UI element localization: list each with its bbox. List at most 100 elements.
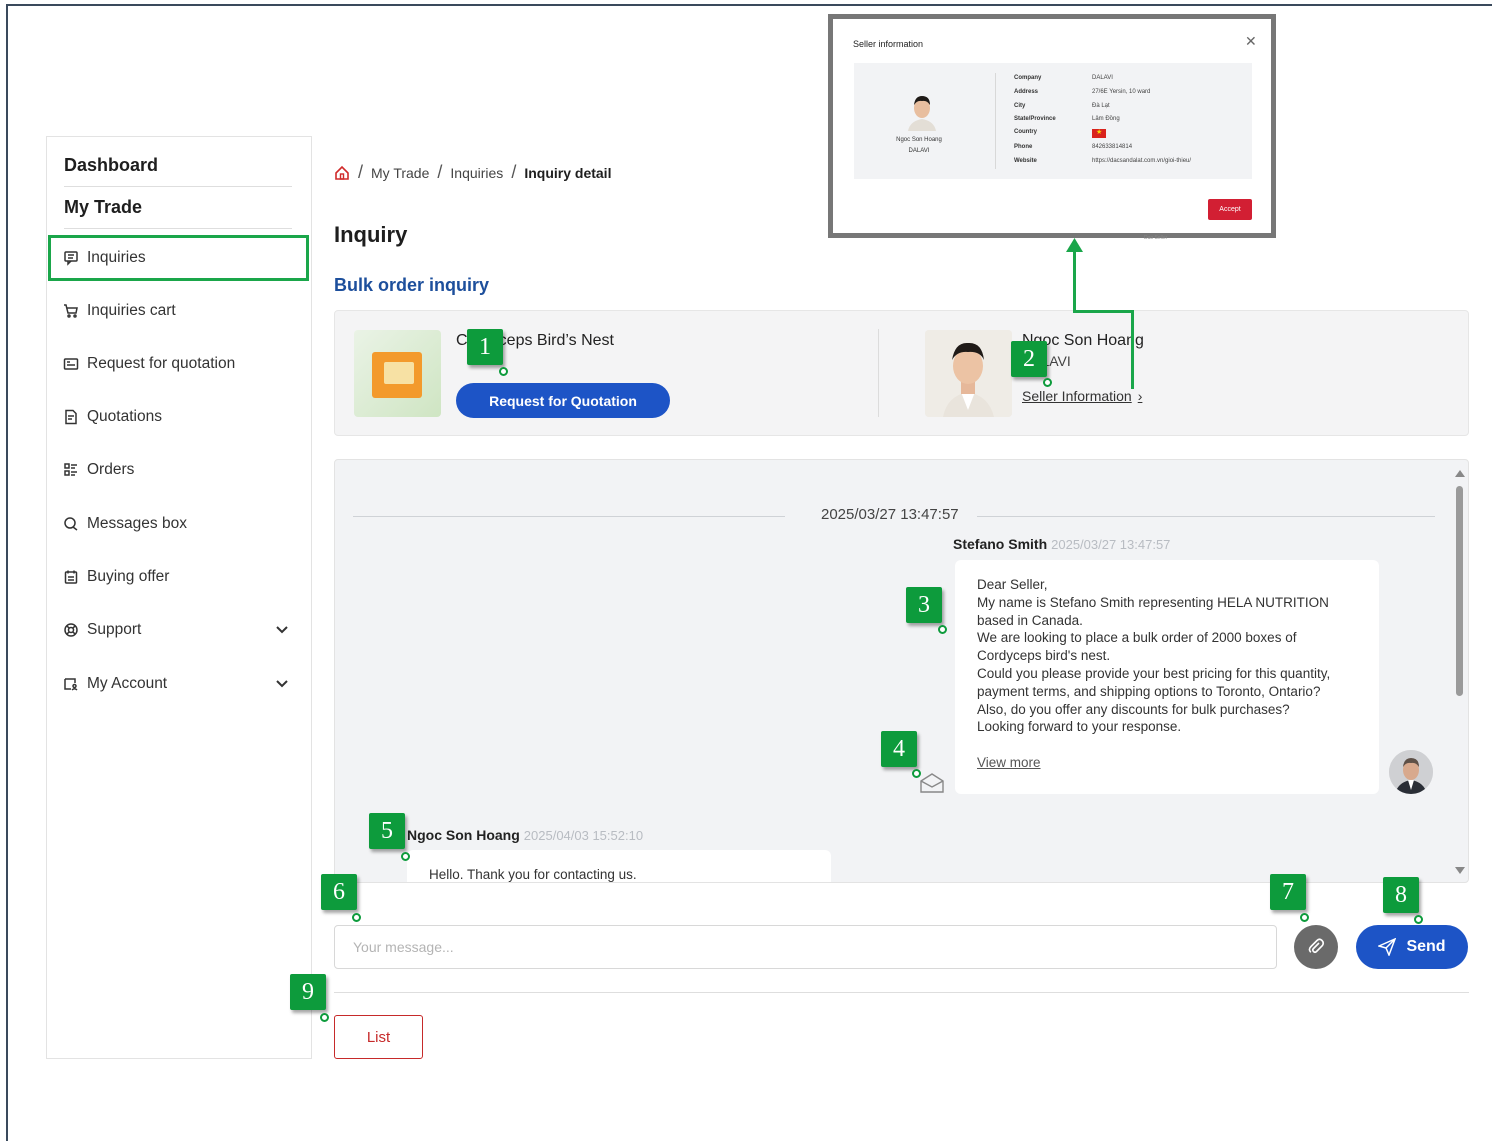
seller-avatar-small [908, 96, 936, 131]
seller-information-link[interactable]: Seller Information › [1022, 388, 1142, 404]
sidebar-item-messages-box[interactable]: Messages box [63, 511, 187, 537]
scroll-thumb[interactable] [1456, 486, 1463, 696]
attach-button[interactable] [1294, 925, 1338, 969]
modal-row-address: Address 27/6E Yersin, 10 ward [1014, 89, 1150, 95]
sidebar-item-label: Buying offer [87, 568, 170, 585]
card-divider [878, 329, 879, 417]
scroll-up-arrow[interactable] [1455, 470, 1465, 477]
message-header: Ngoc Son Hoang 2025/04/03 15:52:10 [407, 827, 643, 843]
chat-scrollbar[interactable] [1452, 464, 1466, 880]
field-value[interactable]: https://dacsandalat.com.vn/gioi-thieu/ [1092, 158, 1191, 164]
modal-row-website: Website https://dacsandalat.com.vn/gioi-t… [1014, 158, 1191, 164]
page-title: Inquiry [334, 222, 408, 247]
field-value: 842633814814 [1092, 144, 1133, 150]
sidebar-item-buying-offer[interactable]: Buying offer [63, 564, 169, 590]
modal-seller-block: Ngoc Son Hoang DALAVI [866, 135, 972, 157]
message-thread[interactable]: 2025/03/27 13:47:57 Stefano Smith 2025/03… [334, 459, 1469, 883]
seller-information-modal: Seller information ✕ Ngoc Son Hoang DALA… [828, 14, 1276, 241]
envelope-icon[interactable] [919, 772, 945, 794]
modal-divider [995, 73, 996, 169]
callout-dot [1300, 913, 1309, 922]
message-header: Stefano Smith 2025/03/27 13:47:57 [953, 536, 1170, 552]
inquiry-subject: Bulk order inquiry [334, 275, 490, 295]
callout-2: 2 [1011, 341, 1047, 377]
breadcrumb-my-trade[interactable]: My Trade [371, 165, 429, 181]
list-button[interactable]: List [334, 1015, 423, 1059]
message-bubble-buyer: Dear Seller, My name is Stefano Smith re… [955, 560, 1379, 794]
sidebar-dashboard[interactable]: Dashboard [64, 155, 158, 176]
field-key: State/Province [1014, 116, 1056, 122]
sidebar-item-inquiries[interactable]: Inquiries [63, 245, 146, 271]
thread-date: 2025/03/27 13:47:57 [821, 506, 959, 523]
callout-7: 7 [1270, 874, 1306, 910]
divider [334, 992, 1469, 993]
field-key: Country [1014, 129, 1037, 135]
modal-row-city: City Đà Lạt [1014, 103, 1110, 109]
message-time: 2025/03/27 13:47:57 [1051, 537, 1171, 552]
sidebar-item-label: Inquiries cart [87, 302, 176, 319]
sidebar-item-my-account[interactable]: My Account [63, 671, 293, 697]
message-input[interactable] [334, 925, 1277, 969]
breadcrumb-inquiries[interactable]: Inquiries [450, 165, 503, 181]
callout-dot [1414, 915, 1423, 924]
account-icon [64, 678, 78, 691]
callout-dot [401, 852, 410, 861]
modal-row-phone: Phone 842633814814 [1014, 144, 1132, 150]
modal-title: Seller information [853, 39, 924, 49]
send-label: Send [1406, 938, 1446, 955]
close-icon[interactable]: ✕ [1245, 33, 1257, 50]
chevron-right-icon: › [1137, 388, 1143, 404]
send-icon [1378, 938, 1397, 956]
cart-icon [64, 304, 78, 318]
callout-dot [1043, 378, 1052, 387]
sidebar-my-trade[interactable]: My Trade [64, 197, 142, 218]
request-for-quotation-button[interactable]: Request for Quotation [456, 383, 670, 418]
sidebar-item-label: Inquiries [87, 249, 146, 266]
sidebar: Dashboard My Trade Inquiries Inquiries c… [46, 136, 312, 1059]
field-value: Lâm Đồng [1092, 116, 1120, 122]
scroll-down-arrow[interactable] [1455, 867, 1465, 874]
connector-line [1131, 312, 1134, 389]
view-more-link[interactable]: View more [977, 754, 1041, 772]
sidebar-item-label: Support [87, 621, 142, 638]
message-icon [64, 251, 78, 266]
field-key: Address [1014, 89, 1039, 95]
date-divider-line [977, 516, 1435, 517]
sidebar-item-request-for-quotation[interactable]: Request for quotation [63, 351, 235, 377]
callout-3: 3 [906, 587, 942, 623]
callout-1: 1 [467, 329, 503, 365]
breadcrumb-separator: / [437, 162, 443, 182]
seller-information-label: Seller Information [1022, 388, 1132, 404]
chat-icon [64, 517, 78, 531]
field-key: Phone [1014, 144, 1033, 150]
sidebar-item-support[interactable]: Support [63, 617, 293, 643]
send-button[interactable]: Send [1356, 925, 1468, 969]
buyer-avatar [1389, 750, 1433, 794]
callout-5: 5 [369, 813, 405, 849]
accept-button[interactable]: Accept [1208, 199, 1252, 220]
chevron-down-icon[interactable] [275, 623, 289, 637]
breadcrumb-inquiry-detail: Inquiry detail [524, 164, 612, 181]
sidebar-item-quotations[interactable]: Quotations [63, 404, 162, 430]
callout-8: 8 [1383, 877, 1419, 913]
chevron-down-icon[interactable] [275, 677, 289, 691]
sidebar-item-label: Orders [87, 461, 135, 478]
modal-row-company: Company DALAVI [1014, 75, 1113, 81]
seller-photo [925, 330, 1012, 417]
callout-9: 9 [290, 974, 326, 1010]
sidebar-item-orders[interactable]: Orders [63, 457, 134, 483]
sidebar-item-inquiries-cart[interactable]: Inquiries cart [63, 298, 176, 324]
callout-dot [320, 1013, 329, 1022]
home-icon[interactable] [334, 165, 350, 181]
message-bubble-seller: Hello. Thank you for contacting us. [407, 850, 831, 882]
message-sender: Stefano Smith [953, 536, 1048, 552]
vietnam-flag-icon [1092, 128, 1106, 138]
message-body: Hello. Thank you for contacting us. [429, 867, 637, 882]
message-body: Dear Seller, My name is Stefano Smith re… [977, 577, 1331, 735]
orders-icon [64, 463, 77, 476]
sidebar-item-label: Quotations [87, 408, 162, 425]
modal-seller-name: Ngoc Son Hoang [896, 137, 942, 143]
sidebar-item-label: Request for quotation [87, 355, 236, 372]
connector-arrowhead [1066, 238, 1083, 252]
field-key: City [1014, 103, 1026, 109]
